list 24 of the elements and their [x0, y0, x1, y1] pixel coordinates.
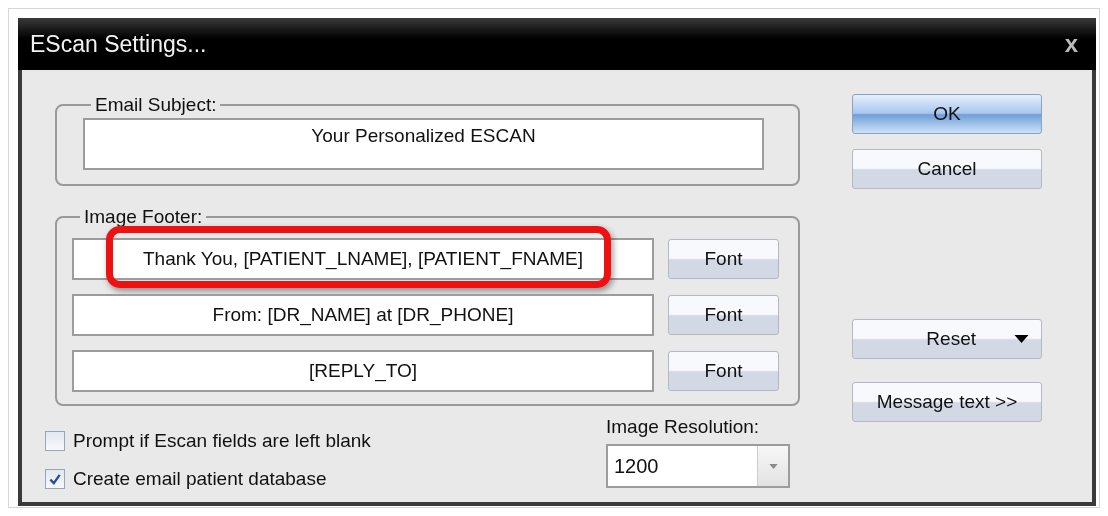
checkbox[interactable] [45, 469, 65, 489]
field-label: Image Resolution: [606, 416, 761, 438]
checkbox[interactable] [45, 431, 65, 451]
subject-field[interactable]: Your Personalized ESCAN [83, 118, 764, 170]
dropdown-arrow-icon [768, 463, 778, 469]
checkbox-label: Create email patient database [73, 468, 327, 490]
dialog-button[interactable]: Message text >> [852, 382, 1042, 422]
check-icon [48, 472, 62, 486]
group-label: Email Subject: [94, 94, 218, 116]
checkbox-label: Prompt if Escan fields are left blank [73, 430, 371, 452]
font-button[interactable]: Font [668, 239, 779, 279]
font-button[interactable]: Font [668, 295, 779, 335]
window-title: EScan Settings... [30, 30, 207, 58]
resolution-dropdown[interactable]: 1200 [606, 444, 790, 488]
dropdown-arrow-icon [1014, 335, 1029, 343]
footer-field[interactable]: From: [DR_NAME] at [DR_PHONE] [72, 294, 654, 336]
group-label: Image Footer: [83, 206, 204, 228]
footer-field[interactable]: Thank You, [PATIENT_LNAME], [PATIENT_FNAME] [72, 238, 654, 280]
dialog-button[interactable]: OK [852, 94, 1042, 134]
close-button[interactable]: x [1060, 30, 1082, 58]
dialog-button[interactable]: Reset [852, 319, 1042, 359]
font-button[interactable]: Font [668, 351, 779, 391]
dialog-button[interactable]: Cancel [852, 149, 1042, 189]
footer-field[interactable]: [REPLY_TO] [72, 350, 654, 392]
